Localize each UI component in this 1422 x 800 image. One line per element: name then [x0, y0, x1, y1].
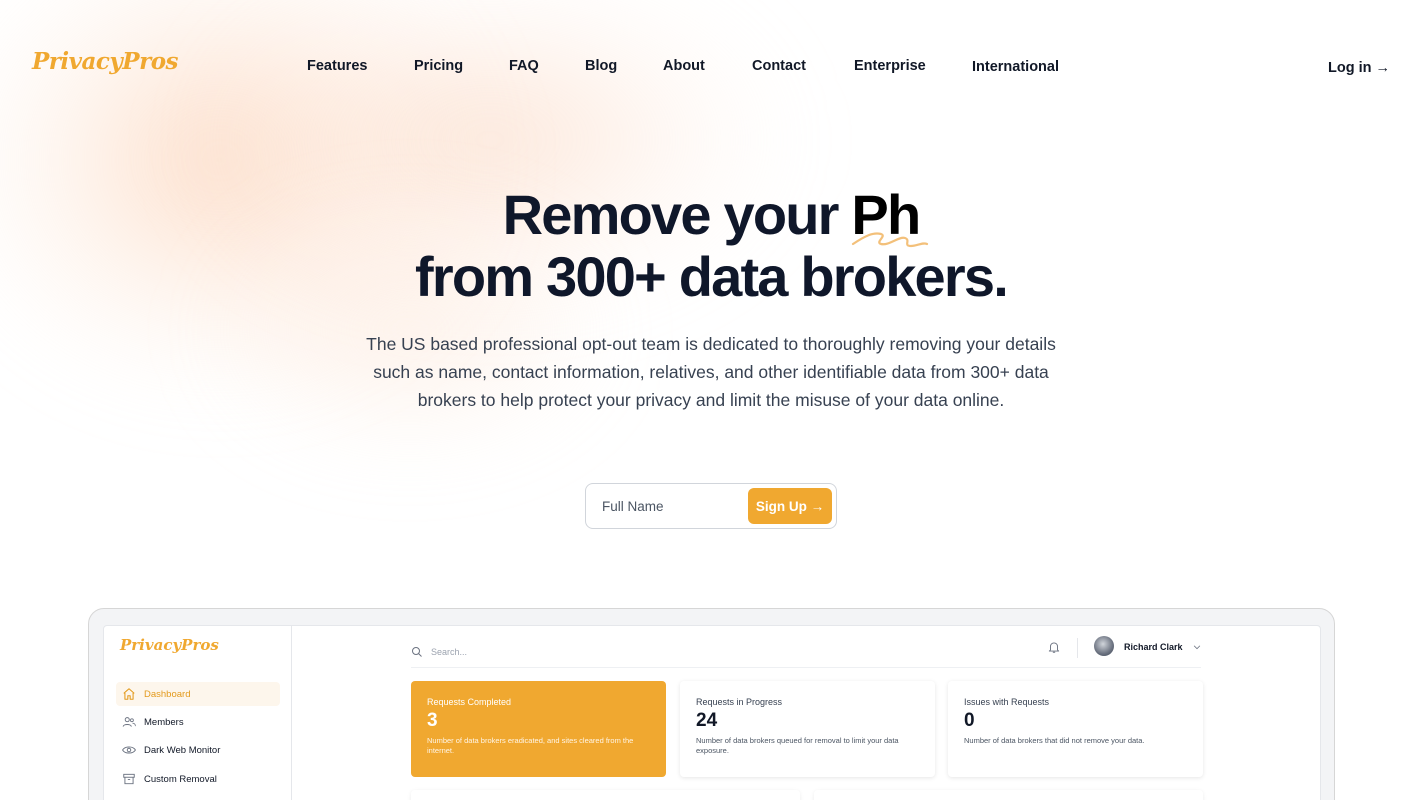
signup-form: Sign Up → — [585, 483, 837, 529]
hero-description: The US based professional opt-out team i… — [366, 334, 1056, 410]
card-value: 0 — [964, 710, 975, 731]
home-icon — [123, 688, 135, 700]
nav-link-international[interactable]: International — [972, 59, 1059, 75]
nav-link-about[interactable]: About — [663, 58, 705, 74]
login-link[interactable]: Log in → — [1328, 60, 1390, 76]
hero-title-line1: Remove your Ph — [0, 183, 1422, 248]
header-divider — [1077, 638, 1078, 658]
scribble-underline-icon — [852, 232, 929, 248]
stat-card-requests-completed[interactable]: Requests Completed 3 Number of data brok… — [411, 681, 666, 777]
dashboard-sidebar: PrivacyPros Dashboard Members Dark Web M… — [104, 626, 292, 800]
card-value: 3 — [427, 710, 438, 731]
dashboard-panel — [411, 790, 800, 800]
card-value: 24 — [696, 710, 718, 731]
bell-icon[interactable] — [1047, 640, 1061, 654]
search-placeholder: Search... — [431, 647, 468, 657]
dashboard-logo: PrivacyPros — [120, 636, 219, 654]
nav-link-faq[interactable]: FAQ — [509, 58, 539, 74]
archive-icon — [123, 773, 135, 785]
sidebar-item-label: Custom Removal — [144, 773, 217, 785]
nav-link-pricing[interactable]: Pricing — [414, 58, 463, 74]
sidebar-item-members[interactable]: Members — [116, 710, 280, 734]
top-nav: PrivacyPros Features Pricing FAQ Blog Ab… — [0, 0, 1422, 140]
chevron-down-icon[interactable] — [1192, 642, 1202, 652]
card-description: Number of data brokers queued for remova… — [696, 736, 899, 755]
stat-card-requests-in-progress[interactable]: Requests in Progress 24 Number of data b… — [680, 681, 935, 777]
sidebar-item-label: Members — [144, 716, 184, 728]
nav-link-enterprise[interactable]: Enterprise — [854, 58, 926, 74]
nav-link-features[interactable]: Features — [307, 58, 367, 74]
stat-card-issues-with-requests[interactable]: Issues with Requests 0 Number of data br… — [948, 681, 1203, 777]
dashboard-search-bar[interactable]: Search... — [411, 640, 1201, 668]
card-description: Number of data brokers eradicated, and s… — [427, 736, 634, 755]
dashboard-preview: PrivacyPros Dashboard Members Dark Web M… — [103, 625, 1321, 800]
hero-title: Remove your Ph from 300+ data brokers. — [0, 184, 1422, 308]
brand-logo[interactable]: PrivacyPros — [32, 48, 179, 75]
sidebar-item-dashboard[interactable]: Dashboard — [116, 682, 280, 706]
card-description: Number of data brokers that did not remo… — [964, 736, 1145, 745]
dashboard-panel — [814, 790, 1203, 800]
search-icon — [412, 647, 422, 657]
user-name[interactable]: Richard Clark — [1124, 642, 1183, 652]
eye-icon — [122, 746, 136, 754]
hero-typed-word: Ph — [851, 183, 929, 248]
sidebar-item-dark-web-monitor[interactable]: Dark Web Monitor — [116, 738, 280, 762]
card-title: Requests Completed — [427, 697, 512, 707]
sign-up-button[interactable]: Sign Up → — [748, 488, 832, 524]
sidebar-item-custom-removal[interactable]: Custom Removal — [116, 767, 280, 791]
nav-link-blog[interactable]: Blog — [585, 58, 617, 74]
sidebar-item-label: Dashboard — [144, 688, 191, 700]
avatar[interactable] — [1094, 636, 1114, 656]
dashboard-preview-frame: PrivacyPros Dashboard Members Dark Web M… — [88, 608, 1335, 800]
hero-title-line2: from 300+ data brokers. — [415, 245, 1009, 308]
card-title: Requests in Progress — [696, 697, 783, 707]
full-name-input[interactable] — [594, 490, 744, 522]
card-title: Issues with Requests — [964, 697, 1050, 707]
users-icon — [122, 717, 136, 727]
nav-link-contact[interactable]: Contact — [752, 58, 806, 74]
sidebar-item-label: Dark Web Monitor — [144, 744, 221, 756]
